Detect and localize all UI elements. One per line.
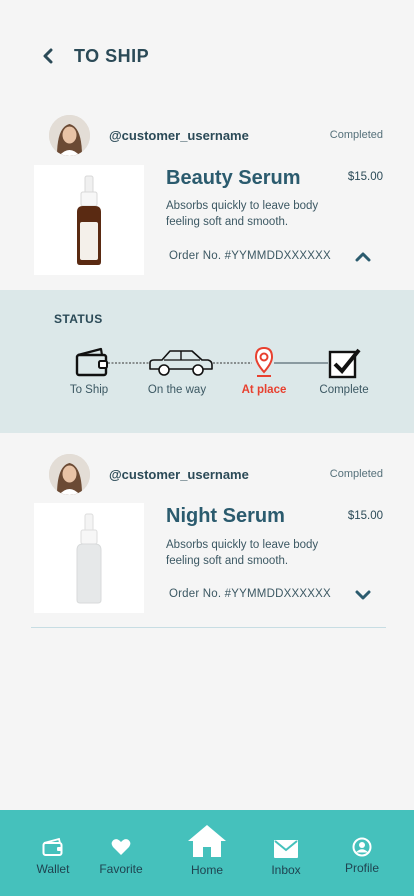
- product-description: Absorbs quickly to leave body feeling so…: [166, 200, 319, 228]
- username: @customer_username: [109, 467, 249, 482]
- status-panel: STATUS To Ship On the way At place Compl…: [0, 290, 414, 433]
- mail-icon: [246, 839, 326, 859]
- username: @customer_username: [109, 128, 249, 143]
- checkbox-icon: [326, 346, 362, 380]
- nav-label-inbox: Inbox: [271, 863, 301, 877]
- nav-label-favorite: Favorite: [99, 862, 143, 876]
- home-icon: [167, 823, 247, 859]
- step-label-at-place: At place: [241, 384, 287, 396]
- product-name: Night Serum: [166, 505, 285, 527]
- product-image: [34, 165, 144, 275]
- chevron-down-icon: [355, 590, 371, 600]
- step-label-complete: Complete: [319, 384, 369, 396]
- chevron-left-icon: [43, 48, 53, 64]
- chevron-up-icon: [355, 252, 371, 262]
- product-image: [34, 503, 144, 613]
- back-button[interactable]: [38, 45, 58, 67]
- nav-item-home[interactable]: Home: [167, 810, 247, 896]
- nav-label-profile: Profile: [344, 861, 379, 875]
- order-number: Order No. #YYMMDDXXXXXX: [169, 588, 331, 600]
- location-pin-icon: [252, 346, 276, 378]
- nav-item-favorite[interactable]: Favorite: [81, 810, 161, 896]
- heart-icon: [81, 838, 161, 856]
- order-status: Completed: [329, 468, 383, 480]
- order-number: Order No. #YYMMDDXXXXXX: [169, 250, 331, 262]
- step-label-to-ship: To Ship: [69, 384, 109, 396]
- product-name: Beauty Serum: [166, 167, 301, 189]
- divider: [31, 627, 386, 628]
- product-description: Absorbs quickly to leave body feeling so…: [166, 539, 319, 567]
- order-status: Completed: [329, 129, 383, 141]
- profile-icon: [322, 837, 402, 857]
- page-title: TO SHIP: [74, 46, 150, 66]
- nav-item-profile[interactable]: Profile: [322, 810, 402, 896]
- avatar: [49, 454, 90, 495]
- header: TO SHIP: [0, 40, 414, 74]
- step-label-on-the-way: On the way: [147, 384, 207, 396]
- avatar: [49, 115, 90, 156]
- price: $15.00: [347, 171, 383, 183]
- expand-button[interactable]: [354, 588, 372, 602]
- car-icon: [147, 346, 215, 378]
- wallet-icon: [74, 346, 110, 378]
- bottom-nav: Wallet Favorite Home Inbox Profile: [0, 810, 414, 896]
- nav-item-inbox[interactable]: Inbox: [246, 810, 326, 896]
- nav-label-home: Home: [190, 863, 223, 877]
- collapse-button[interactable]: [354, 250, 372, 264]
- price: $15.00: [347, 510, 383, 522]
